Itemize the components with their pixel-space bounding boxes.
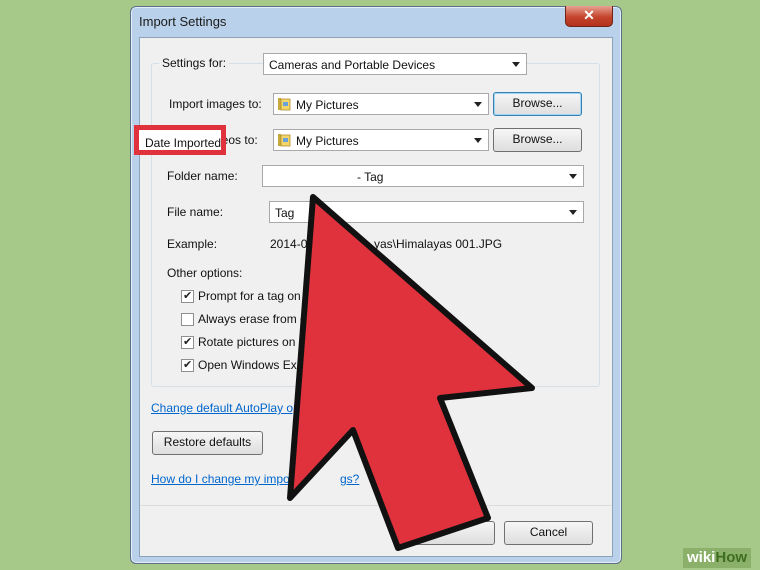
watermark-how: How <box>715 549 748 566</box>
wikihow-watermark: wikiHow <box>683 548 752 568</box>
red-pointer-arrow-icon <box>287 194 535 551</box>
watermark-wiki: wiki <box>687 549 716 566</box>
